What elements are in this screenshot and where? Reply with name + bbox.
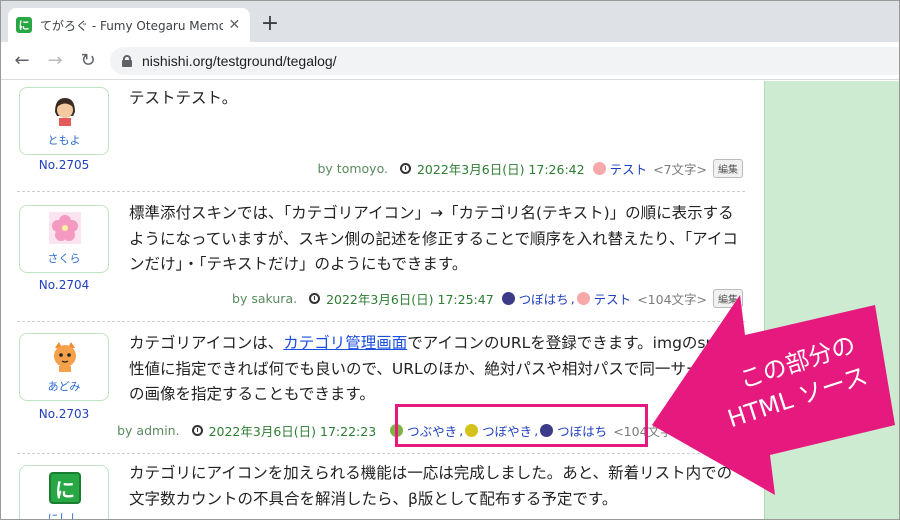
category-icon bbox=[576, 292, 590, 305]
avatar-name: にしし bbox=[47, 512, 81, 520]
post-number[interactable]: No.2703 bbox=[19, 407, 109, 421]
girl-avatar-icon bbox=[55, 98, 75, 126]
char-count: <7文字> bbox=[653, 162, 707, 177]
post-author[interactable]: by sakura. bbox=[232, 291, 297, 306]
category-icon bbox=[592, 162, 606, 175]
address-bar[interactable]: nishishi.org/testground/tegalog/ bbox=[110, 47, 900, 75]
nishishi-avatar-icon: に bbox=[49, 472, 81, 504]
back-arrow-icon[interactable]: ← bbox=[12, 51, 32, 71]
post-datetime[interactable]: 2022年3月6日(日) 17:26:42 bbox=[417, 159, 585, 178]
forward-arrow-icon[interactable]: → bbox=[45, 51, 65, 71]
edit-button[interactable]: 編集 bbox=[713, 159, 743, 178]
post-datetime[interactable]: 2022年3月6日(日) 17:25:47 bbox=[326, 289, 494, 308]
avatar-name: ともよ bbox=[47, 134, 81, 147]
browser-toolbar: ← → ↻ nishishi.org/testground/tegalog/ bbox=[0, 42, 900, 80]
annotation-arrow: この部分の HTML ソース bbox=[652, 295, 895, 495]
reload-icon[interactable]: ↻ bbox=[78, 51, 98, 71]
category-link[interactable]: つぼはち bbox=[519, 289, 569, 308]
category-icon bbox=[501, 292, 515, 305]
url-text: nishishi.org/testground/tegalog/ bbox=[142, 53, 337, 69]
post-2704: さくら No.2704 標準添付スキンでは、「カテゴリアイコン」→「カテゴリ名(… bbox=[17, 197, 745, 308]
avatar-sakura[interactable]: さくら bbox=[19, 205, 109, 273]
post-divider bbox=[17, 321, 745, 322]
clock-icon bbox=[191, 425, 203, 436]
tab-strip: に てがろぐ - Fumy Otegaru Memo Lo ✕ + bbox=[0, 0, 900, 42]
favicon-icon: に bbox=[16, 17, 32, 33]
sakura-avatar-icon bbox=[49, 212, 81, 244]
lock-icon bbox=[122, 55, 132, 67]
category-link[interactable]: テスト bbox=[594, 289, 632, 308]
avatar-name: さくら bbox=[47, 252, 81, 265]
close-tab-icon[interactable]: ✕ bbox=[227, 17, 242, 33]
post-divider bbox=[17, 453, 745, 454]
tab-title: てがろぐ - Fumy Otegaru Memo Lo bbox=[40, 18, 223, 33]
post-2702: に にしし カテゴリにアイコンを加えられる機能は一応は完成しました。あと、新着リ… bbox=[17, 459, 745, 520]
post-2705: ともよ No.2705 テストテスト。 by tomoyo. 2022年3月6日… bbox=[17, 81, 745, 181]
category-link[interactable]: テスト bbox=[610, 159, 648, 178]
post-body: 標準添付スキンでは、「カテゴリアイコン」→「カテゴリ名(テキスト)」の順に表示す… bbox=[129, 204, 738, 273]
post-author[interactable]: by admin. bbox=[117, 423, 179, 438]
avatar-admin[interactable]: あどみ bbox=[19, 333, 109, 401]
avatar-nishishi[interactable]: に にしし bbox=[19, 465, 109, 520]
avatar-name: あどみ bbox=[47, 380, 81, 393]
highlight-box bbox=[395, 404, 648, 447]
avatar-tomoyo[interactable]: ともよ bbox=[19, 87, 109, 155]
clock-icon bbox=[399, 163, 411, 174]
post-number[interactable]: No.2704 bbox=[19, 278, 109, 292]
category-admin-link[interactable]: カテゴリ管理画面 bbox=[283, 334, 407, 352]
post-meta: by tomoyo. 2022年3月6日(日) 17:26:42 テスト <7文… bbox=[318, 159, 743, 178]
post-author[interactable]: by tomoyo. bbox=[318, 161, 388, 176]
post-body: テストテスト。 bbox=[129, 89, 238, 107]
clock-icon bbox=[309, 293, 321, 304]
post-divider bbox=[17, 191, 745, 192]
post-number[interactable]: No.2705 bbox=[19, 158, 109, 172]
new-tab-button[interactable]: + bbox=[258, 12, 282, 36]
browser-tab[interactable]: に てがろぐ - Fumy Otegaru Memo Lo ✕ bbox=[8, 8, 250, 42]
post-datetime[interactable]: 2022年3月6日(日) 17:22:23 bbox=[209, 421, 377, 440]
cat-avatar-icon bbox=[54, 342, 76, 372]
